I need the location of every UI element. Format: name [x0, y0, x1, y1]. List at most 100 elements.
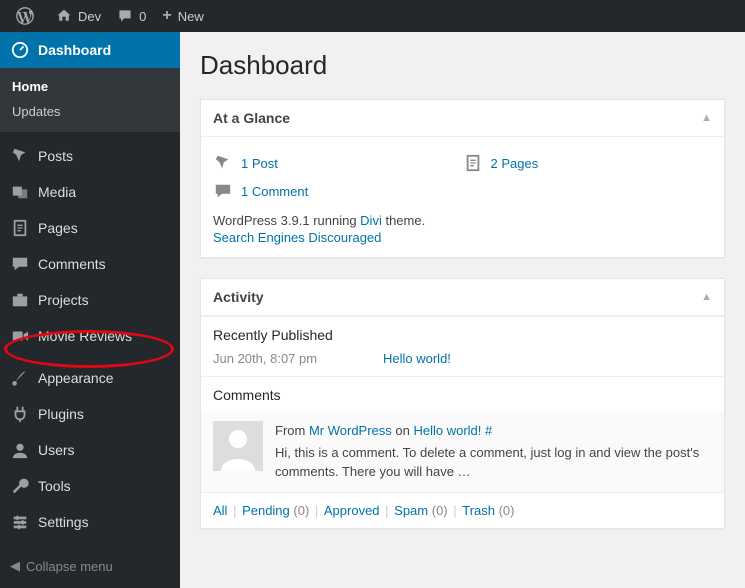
- sidebar-item-label: Appearance: [38, 370, 114, 386]
- new-content-link[interactable]: + New: [154, 0, 211, 32]
- sidebar-item-label: Dashboard: [38, 42, 111, 58]
- sidebar-item-movie-reviews[interactable]: Movie Reviews: [0, 318, 180, 354]
- toggle-icon: ▲: [701, 112, 712, 124]
- pin-icon: [213, 153, 233, 173]
- sidebar-item-label: Plugins: [38, 406, 84, 422]
- site-name: Dev: [78, 9, 101, 24]
- sidebar-submenu: HomeUpdates: [0, 68, 180, 132]
- sidebar-item-label: Media: [38, 184, 76, 200]
- sidebar-item-label: Movie Reviews: [38, 328, 132, 344]
- glance-link[interactable]: 2 Pages: [491, 156, 539, 171]
- sidebar-item-label: Pages: [38, 220, 78, 236]
- collapse-menu[interactable]: ◀ Collapse menu: [0, 550, 180, 582]
- glance-title: At a Glance: [213, 110, 290, 126]
- sidebar-sub-updates[interactable]: Updates: [0, 99, 180, 124]
- sidebar-item-pages[interactable]: Pages: [0, 210, 180, 246]
- recent-published: Recently Published Jun 20th, 8:07 pm Hel…: [201, 316, 724, 376]
- sidebar-item-posts[interactable]: Posts: [0, 138, 180, 174]
- glance-header[interactable]: At a Glance ▲: [201, 100, 724, 137]
- glance-version: WordPress 3.9.1 running Divi theme. Sear…: [213, 213, 712, 245]
- activity-box: Activity ▲ Recently Published Jun 20th, …: [200, 278, 725, 529]
- glance-body: 1 Post 2 Pages 1 Comment WordPress 3.9.1 r…: [201, 137, 724, 257]
- recent-row: Jun 20th, 8:07 pm Hello world!: [213, 351, 712, 366]
- glance-item: 2 Pages: [463, 149, 713, 177]
- glance-item: 1 Post: [213, 149, 463, 177]
- pin-icon: [10, 146, 30, 166]
- filter-trash[interactable]: Trash: [462, 503, 498, 518]
- activity-title: Activity: [213, 289, 264, 305]
- sidebar-item-settings[interactable]: Settings: [0, 504, 180, 540]
- comment-row: From Mr WordPress on Hello world! # Hi, …: [201, 411, 724, 492]
- avatar-icon: [213, 421, 263, 471]
- sidebar-sub-home[interactable]: Home: [0, 74, 180, 99]
- comment-post-link[interactable]: Hello world!: [413, 423, 481, 438]
- page-icon: [463, 153, 483, 173]
- sidebar-item-label: Projects: [38, 292, 89, 308]
- sidebar-item-label: Comments: [38, 256, 106, 272]
- comment-permalink[interactable]: #: [481, 423, 492, 438]
- recent-post-link[interactable]: Hello world!: [383, 351, 451, 366]
- glance-item: 1 Comment: [213, 177, 712, 205]
- comment-filters: All | Pending (0) | Approved | Spam (0) …: [201, 492, 724, 528]
- comments-count: 0: [139, 9, 146, 24]
- filter-approved[interactable]: Approved: [324, 503, 383, 518]
- page-title: Dashboard: [200, 50, 725, 81]
- wordpress-icon: [16, 7, 34, 25]
- portfolio-icon: [10, 290, 30, 310]
- activity-body: Recently Published Jun 20th, 8:07 pm Hel…: [201, 316, 724, 528]
- comment-icon: [213, 181, 233, 201]
- comment-meta: From Mr WordPress on Hello world! #: [275, 421, 712, 441]
- comments-section: Comments: [201, 376, 724, 403]
- sidebar-item-dashboard[interactable]: Dashboard: [0, 32, 180, 68]
- filter-pending[interactable]: Pending: [242, 503, 293, 518]
- comment-icon: [117, 8, 133, 24]
- video-icon: [10, 326, 30, 346]
- avatar: [213, 421, 263, 471]
- page-icon: [10, 218, 30, 238]
- sidebar-item-label: Tools: [38, 478, 71, 494]
- comments-link[interactable]: 0: [109, 0, 154, 32]
- sidebar-item-plugins[interactable]: Plugins: [0, 396, 180, 432]
- wp-logo[interactable]: [8, 0, 48, 32]
- filter-all[interactable]: All: [213, 503, 231, 518]
- sidebar-item-label: Users: [38, 442, 75, 458]
- activity-header[interactable]: Activity ▲: [201, 279, 724, 316]
- sidebar-item-projects[interactable]: Projects: [0, 282, 180, 318]
- collapse-label: Collapse menu: [26, 559, 113, 574]
- admin-sidebar: Dashboard HomeUpdates Posts Media Pages Comme…: [0, 32, 180, 588]
- settings-icon: [10, 512, 30, 532]
- main-content: Dashboard At a Glance ▲ 1 Post 2 Pages 1 C…: [180, 32, 745, 588]
- recent-title: Recently Published: [213, 327, 712, 343]
- home-icon: [56, 8, 72, 24]
- wrench-icon: [10, 476, 30, 496]
- plug-icon: [10, 404, 30, 424]
- sidebar-item-users[interactable]: Users: [0, 432, 180, 468]
- toggle-icon: ▲: [701, 291, 712, 303]
- site-name-link[interactable]: Dev: [48, 0, 109, 32]
- sidebar-item-label: Posts: [38, 148, 73, 164]
- media-icon: [10, 182, 30, 202]
- comment-body: From Mr WordPress on Hello world! # Hi, …: [275, 421, 712, 482]
- glance-link[interactable]: 1 Post: [241, 156, 278, 171]
- filter-spam[interactable]: Spam: [394, 503, 432, 518]
- dashboard-icon: [10, 40, 30, 60]
- glance-link[interactable]: 1 Comment: [241, 184, 308, 199]
- sidebar-item-tools[interactable]: Tools: [0, 468, 180, 504]
- theme-link[interactable]: Divi: [360, 213, 382, 228]
- recent-time: Jun 20th, 8:07 pm: [213, 351, 383, 366]
- comment-author-link[interactable]: Mr WordPress: [309, 423, 392, 438]
- sidebar-item-label: Settings: [38, 514, 89, 530]
- comment-icon: [10, 254, 30, 274]
- sidebar-item-comments[interactable]: Comments: [0, 246, 180, 282]
- admin-bar: Dev 0 + New: [0, 0, 745, 32]
- sidebar-item-appearance[interactable]: Appearance: [0, 360, 180, 396]
- sidebar-item-media[interactable]: Media: [0, 174, 180, 210]
- user-icon: [10, 440, 30, 460]
- glance-box: At a Glance ▲ 1 Post 2 Pages 1 Comment Wor…: [200, 99, 725, 258]
- collapse-icon: ◀: [10, 558, 20, 574]
- brush-icon: [10, 368, 30, 388]
- seo-link[interactable]: Search Engines Discouraged: [213, 230, 712, 245]
- new-label: New: [178, 9, 204, 24]
- plus-icon: +: [162, 7, 171, 25]
- comments-title: Comments: [213, 387, 712, 403]
